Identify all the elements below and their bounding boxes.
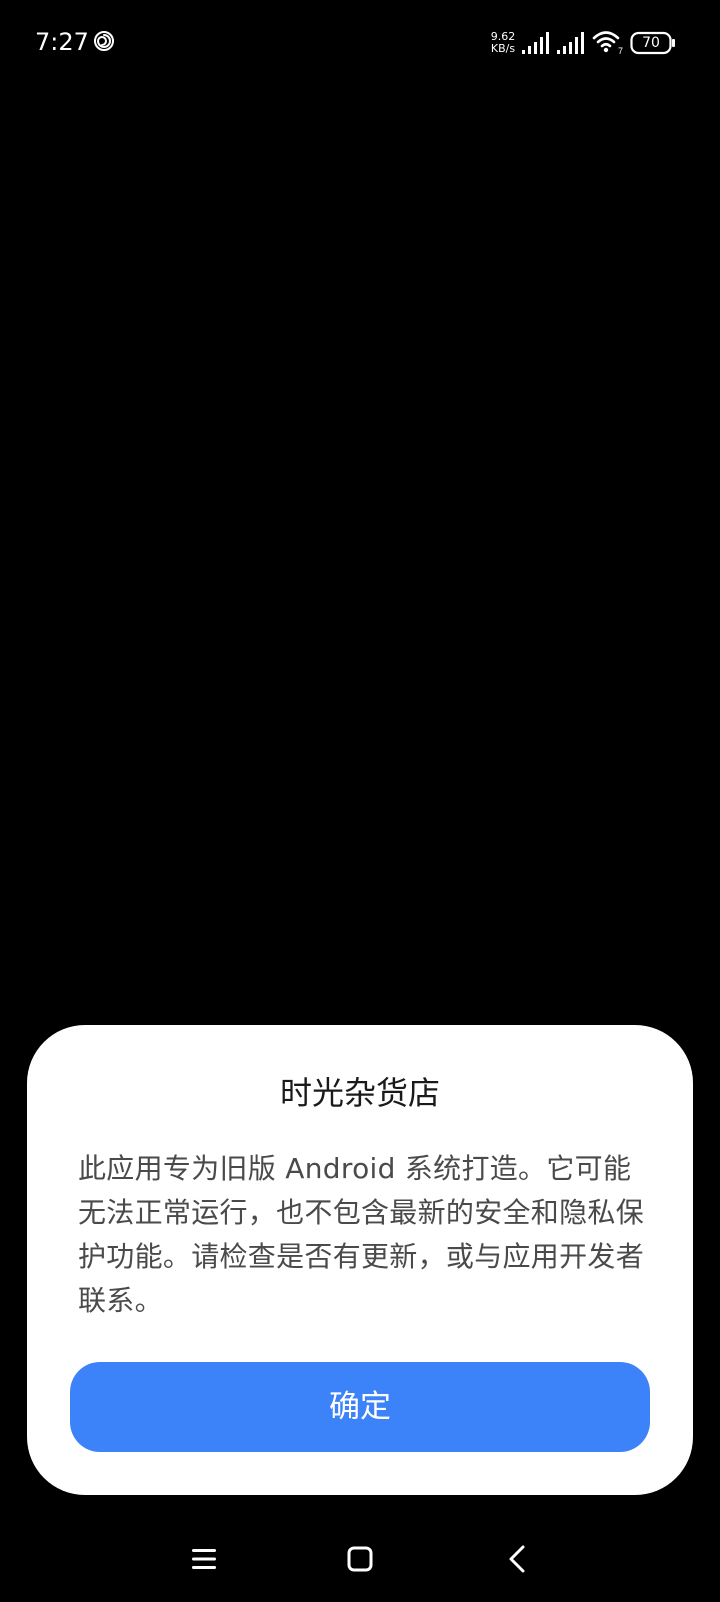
- cell-signal-icon: [522, 32, 549, 54]
- back-icon[interactable]: [505, 1544, 529, 1574]
- app-notification-icon: [94, 31, 114, 51]
- wifi-icon: 7: [592, 29, 624, 56]
- cell-signal-icon: [557, 32, 584, 54]
- network-speed-unit: KB/s: [490, 42, 516, 55]
- home-icon[interactable]: [346, 1545, 374, 1573]
- wifi-label: 7: [618, 46, 623, 55]
- confirm-button[interactable]: 确定: [70, 1362, 650, 1452]
- compatibility-dialog: 时光杂货店 此应用专为旧版 Android 系统打造。它可能无法正常运行，也不包…: [27, 1025, 693, 1495]
- status-bar: 7:27 9.62 KB/s 7 70: [0, 0, 720, 86]
- network-speed: 9.62 KB/s: [486, 31, 520, 55]
- navigation-bar: [0, 1520, 720, 1602]
- dialog-message: 此应用专为旧版 Android 系统打造。它可能无法正常运行，也不包含最新的安全…: [78, 1152, 645, 1317]
- dialog-title: 时光杂货店: [279, 1074, 440, 1112]
- status-time: 7:27: [35, 28, 89, 56]
- battery-level: 70: [642, 35, 660, 51]
- menu-icon[interactable]: [190, 1545, 218, 1573]
